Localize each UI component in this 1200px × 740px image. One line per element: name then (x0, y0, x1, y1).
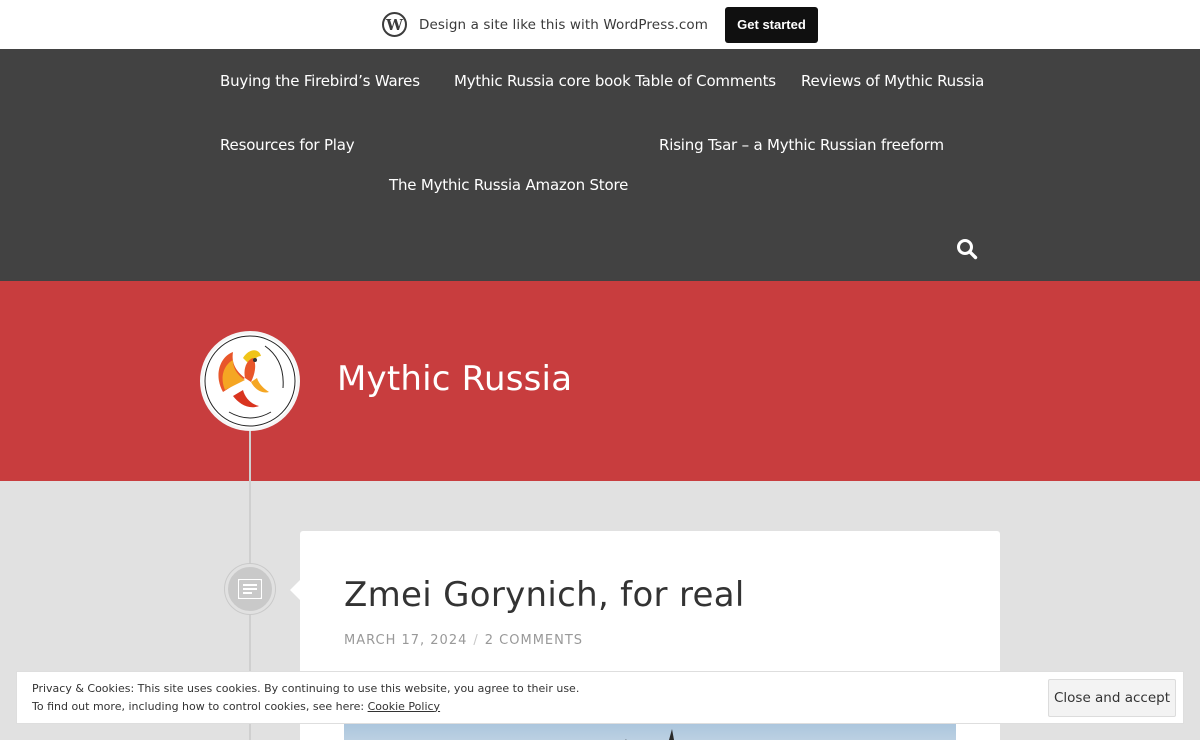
firebird-logo-icon (204, 335, 296, 427)
standard-post-format-icon (238, 579, 262, 599)
site-header: Mythic Russia (0, 281, 1200, 481)
nav-item-amazon-store[interactable]: The Mythic Russia Amazon Store (389, 176, 628, 194)
site-logo[interactable] (200, 331, 300, 431)
nav-item-resources[interactable]: Resources for Play (220, 136, 355, 154)
nav-item-buying-wares[interactable]: Buying the Firebird’s Wares (220, 72, 420, 90)
cookie-banner: Privacy & Cookies: This site uses cookie… (16, 671, 1184, 724)
nav-item-rising-tsar[interactable]: Rising Tsar – a Mythic Russian freeform (659, 136, 944, 154)
wordpress-banner: W Design a site like this with WordPress… (0, 0, 1200, 49)
get-started-button[interactable]: Get started (725, 6, 818, 43)
cookie-notice-text: Privacy & Cookies: This site uses cookie… (32, 680, 579, 715)
post-pointer (290, 580, 300, 600)
post-comments-link[interactable]: 2 COMMENTS (485, 633, 583, 648)
post-format-badge (225, 564, 275, 614)
wordpress-logo-icon[interactable]: W (382, 12, 407, 37)
nav-item-reviews[interactable]: Reviews of Mythic Russia (801, 72, 984, 90)
cookie-line-2-prefix: To find out more, including how to contr… (32, 699, 368, 713)
search-icon[interactable] (956, 238, 978, 260)
close-and-accept-button[interactable]: Close and accept (1048, 679, 1176, 717)
post-title[interactable]: Zmei Gorynich, for real (344, 575, 745, 615)
nav-item-core-book-toc[interactable]: Mythic Russia core book Table of Comment… (454, 72, 776, 90)
post-meta: MARCH 17, 2024 / 2 COMMENTS (344, 633, 583, 648)
site-title[interactable]: Mythic Russia (337, 359, 572, 399)
meta-separator: / (473, 633, 479, 648)
main-navigation: Buying the Firebird’s Wares Mythic Russi… (0, 49, 1200, 281)
cookie-line-2: To find out more, including how to contr… (32, 698, 579, 716)
post-date[interactable]: MARCH 17, 2024 (344, 633, 467, 648)
cookie-policy-link[interactable]: Cookie Policy (368, 700, 440, 713)
cookie-line-1: Privacy & Cookies: This site uses cookie… (32, 682, 580, 695)
wordpress-banner-text[interactable]: Design a site like this with WordPress.c… (419, 17, 708, 33)
